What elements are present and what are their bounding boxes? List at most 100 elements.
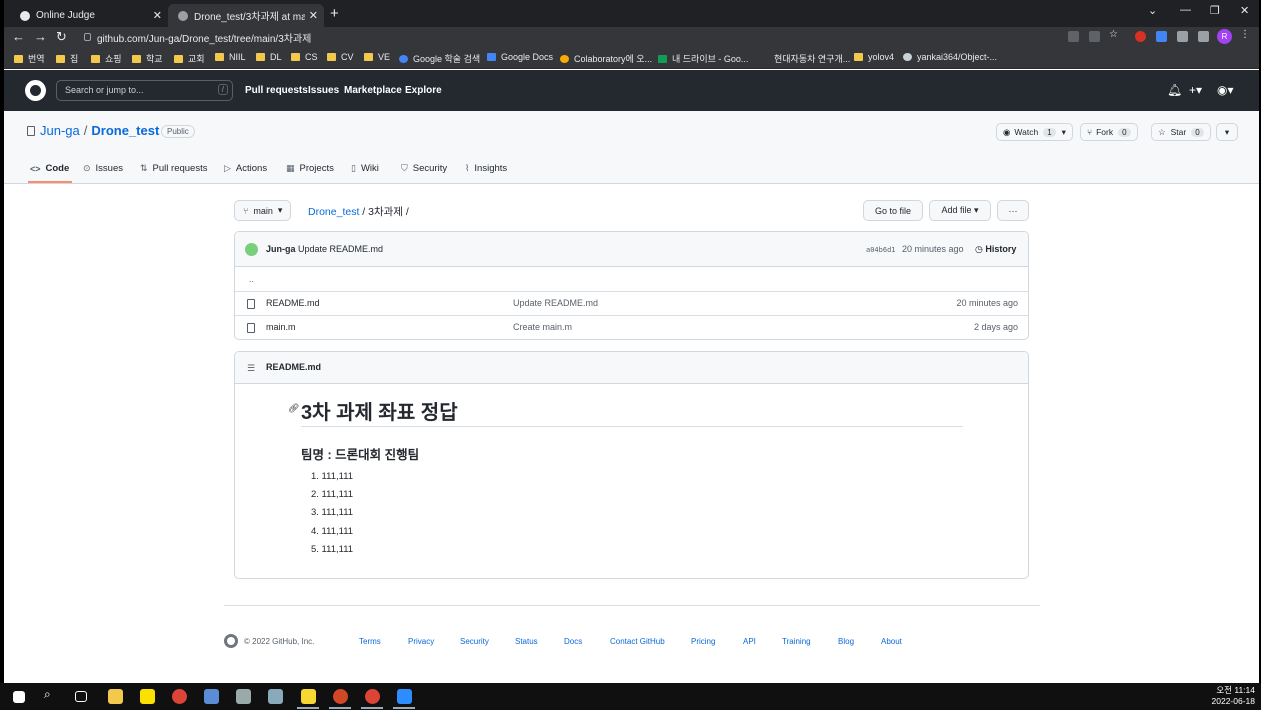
powerpoint-icon[interactable] <box>333 689 348 704</box>
bookmark-folder[interactable]: VE <box>364 52 390 62</box>
reload-icon[interactable]: ↻ <box>56 29 67 45</box>
table-of-contents-icon[interactable]: ☰ <box>247 363 255 374</box>
user-avatar-icon[interactable]: ◉▾ <box>1217 83 1234 97</box>
sidepanel-icon[interactable] <box>1198 31 1209 42</box>
bookmark-folder[interactable]: 번역 <box>14 52 45 65</box>
bookmark-folder[interactable]: 집 <box>56 52 78 65</box>
file-commit-link[interactable]: Create main.m <box>513 322 572 332</box>
footer-link-terms[interactable]: Terms <box>359 637 381 646</box>
minimize-button[interactable]: — <box>1180 4 1191 16</box>
bookmark-folder[interactable]: CS <box>291 52 318 62</box>
bookmark-drive[interactable]: 내 드라이브 - Goo... <box>658 52 748 65</box>
branch-select-button[interactable]: ⑂ main ▾ <box>234 200 292 221</box>
tab-code[interactable]: <> Code <box>30 163 69 174</box>
footer-link-api[interactable]: API <box>743 637 756 646</box>
create-new-icon[interactable]: +▾ <box>1189 83 1202 97</box>
extension-icon[interactable] <box>1135 31 1146 42</box>
bookmark-folder[interactable]: DL <box>256 52 282 62</box>
tab-pull-requests[interactable]: ⇅ Pull requests <box>140 163 207 174</box>
file-name-link[interactable]: main.m <box>266 322 296 332</box>
chrome-icon[interactable] <box>365 689 380 704</box>
tab-online-judge[interactable]: Online Judge ✕ <box>10 4 168 27</box>
nav-pull-requests[interactable]: Pull requests <box>245 85 308 96</box>
app-icon[interactable] <box>268 689 283 704</box>
footer-link-contact[interactable]: Contact GitHub <box>610 637 665 646</box>
bookmark-folder[interactable]: yolov4 <box>854 52 894 62</box>
repo-owner-link[interactable]: Jun-ga <box>40 123 80 138</box>
avatar[interactable] <box>245 243 258 256</box>
footer-link-about[interactable]: About <box>881 637 902 646</box>
footer-link-blog[interactable]: Blog <box>838 637 854 646</box>
sticky-notes-icon[interactable] <box>301 689 316 704</box>
app-icon[interactable] <box>236 689 251 704</box>
chrome-icon[interactable] <box>172 689 187 704</box>
menu-icon[interactable]: ⋮ <box>1240 29 1251 40</box>
bookmark-folder[interactable]: 교회 <box>174 52 205 65</box>
repo-name-link[interactable]: Drone_test <box>91 123 159 138</box>
tab-security[interactable]: ⛉ Security <box>401 163 447 174</box>
restore-button[interactable]: ❐ <box>1210 4 1220 17</box>
commit-author-link[interactable]: Jun-ga <box>266 244 296 254</box>
file-name-link[interactable]: README.md <box>266 298 320 308</box>
footer-link-docs[interactable]: Docs <box>564 637 582 646</box>
history-link[interactable]: ◷ History <box>975 244 1016 255</box>
window-close-button[interactable]: ✕ <box>1240 4 1249 17</box>
tab-search-icon[interactable]: ⌄ <box>1148 4 1157 17</box>
nav-issues[interactable]: Issues <box>308 85 339 96</box>
task-view-icon[interactable] <box>75 691 87 702</box>
file-commit-link[interactable]: Update README.md <box>513 298 598 308</box>
bookmark-hyundai[interactable]: 현대자동차 연구개... <box>760 52 850 65</box>
nav-marketplace[interactable]: Marketplace <box>344 85 402 96</box>
file-explorer-icon[interactable] <box>108 689 123 704</box>
tab-projects[interactable]: ▦ Projects <box>286 163 334 174</box>
add-file-button[interactable]: Add file ▾ <box>929 200 991 221</box>
bookmark-folder[interactable]: 쇼핑 <box>91 52 122 65</box>
fork-button[interactable]: ⑂ Fork 0 <box>1080 123 1138 141</box>
bookmark-google-scholar[interactable]: Google 학술 검색 <box>399 52 480 65</box>
bookmark-folder[interactable]: NIIL <box>215 52 246 62</box>
share-icon[interactable] <box>1089 31 1100 42</box>
extension-icon[interactable] <box>1156 31 1167 42</box>
system-clock[interactable]: 오전 11:14 2022-06-18 <box>1212 685 1255 707</box>
translate-icon[interactable] <box>1068 31 1079 42</box>
bookmark-star-icon[interactable]: ☆ <box>1109 29 1120 40</box>
close-tab-icon[interactable]: ✕ <box>153 9 162 22</box>
new-tab-button[interactable]: + <box>330 5 339 22</box>
go-to-file-button[interactable]: Go to file <box>863 200 923 221</box>
star-button[interactable]: ☆ Star 0 <box>1151 123 1211 141</box>
github-footer-logo-icon[interactable] <box>224 634 238 648</box>
url-field[interactable]: github.com/Jun-ga/Drone_test/tree/main/3… <box>84 29 1144 45</box>
search-icon[interactable]: ⌕ <box>44 687 59 702</box>
kakaotalk-icon[interactable] <box>140 689 155 704</box>
github-logo-icon[interactable] <box>25 80 46 101</box>
extensions-puzzle-icon[interactable] <box>1177 31 1188 42</box>
bookmark-github[interactable]: yankai364/Object-... <box>903 52 997 62</box>
app-icon[interactable] <box>204 689 219 704</box>
breadcrumb-repo-link[interactable]: Drone_test <box>308 206 359 218</box>
back-icon[interactable]: ← <box>12 29 25 44</box>
star-dropdown-button[interactable]: ▾ <box>1216 123 1238 141</box>
parent-directory-link[interactable]: .. <box>249 274 254 284</box>
nav-explore[interactable]: Explore <box>405 85 442 96</box>
more-options-button[interactable]: ··· <box>997 200 1029 221</box>
tab-wiki[interactable]: ▯ Wiki <box>351 163 379 174</box>
windows-start-icon[interactable] <box>13 691 25 703</box>
tab-drone-test[interactable]: Drone_test/3차과제 at main · Ju ✕ <box>168 4 324 27</box>
anchor-link-icon[interactable]: 🔗︎ <box>288 403 299 414</box>
footer-link-privacy[interactable]: Privacy <box>408 637 434 646</box>
tab-issues[interactable]: ⊙ Issues <box>83 163 123 174</box>
footer-link-security[interactable]: Security <box>460 637 489 646</box>
bookmark-folder[interactable]: CV <box>327 52 354 62</box>
footer-link-pricing[interactable]: Pricing <box>691 637 715 646</box>
bookmark-google-docs[interactable]: Google Docs <box>487 52 553 62</box>
bookmark-colab[interactable]: Colaboratory에 오... <box>560 52 652 65</box>
footer-link-training[interactable]: Training <box>782 637 811 646</box>
footer-link-status[interactable]: Status <box>515 637 538 646</box>
zoom-icon[interactable] <box>397 689 412 704</box>
tab-actions[interactable]: ▷ Actions <box>224 163 267 174</box>
commit-message-link[interactable]: Update README.md <box>298 244 383 254</box>
commit-sha-link[interactable]: a04b6d1 <box>866 246 896 254</box>
search-input[interactable]: Search or jump to... / <box>56 80 233 101</box>
close-tab-icon[interactable]: ✕ <box>309 9 318 22</box>
profile-avatar[interactable]: R <box>1217 29 1232 44</box>
